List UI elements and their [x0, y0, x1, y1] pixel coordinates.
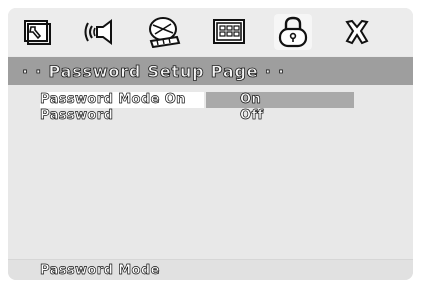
video-setup-icon [149, 17, 181, 48]
exit-setup-tab[interactable] [338, 14, 376, 50]
menu-item-password-mode[interactable]: Password Mode On [40, 92, 186, 108]
password-setup-tab[interactable] [274, 14, 312, 50]
general-setup-tab[interactable] [18, 14, 56, 50]
video-setup-tab[interactable] [146, 14, 184, 50]
menu-item-password[interactable]: Password [40, 108, 114, 124]
option-on[interactable]: On [240, 92, 261, 108]
option-highlight [206, 92, 354, 108]
status-text: Password Mode [40, 263, 160, 279]
page-title: · · Password Setup Page · · [22, 61, 285, 81]
preference-setup-icon [213, 19, 245, 44]
preference-setup-tab[interactable] [210, 14, 248, 50]
menu-content: Password Mode On Password On Off [8, 85, 413, 255]
page-title-bar: · · Password Setup Page · · [8, 57, 413, 85]
exit-setup-icon [345, 19, 369, 45]
audio-setup-tab[interactable] [82, 14, 120, 50]
setup-toolbar [8, 8, 413, 56]
general-setup-icon [24, 20, 51, 45]
audio-setup-icon [84, 19, 112, 45]
option-off[interactable]: Off [240, 108, 264, 124]
password-setup-icon [278, 16, 308, 48]
status-bar: Password Mode [8, 259, 413, 280]
setup-screen: · · Password Setup Page · · Password Mod… [8, 8, 413, 280]
